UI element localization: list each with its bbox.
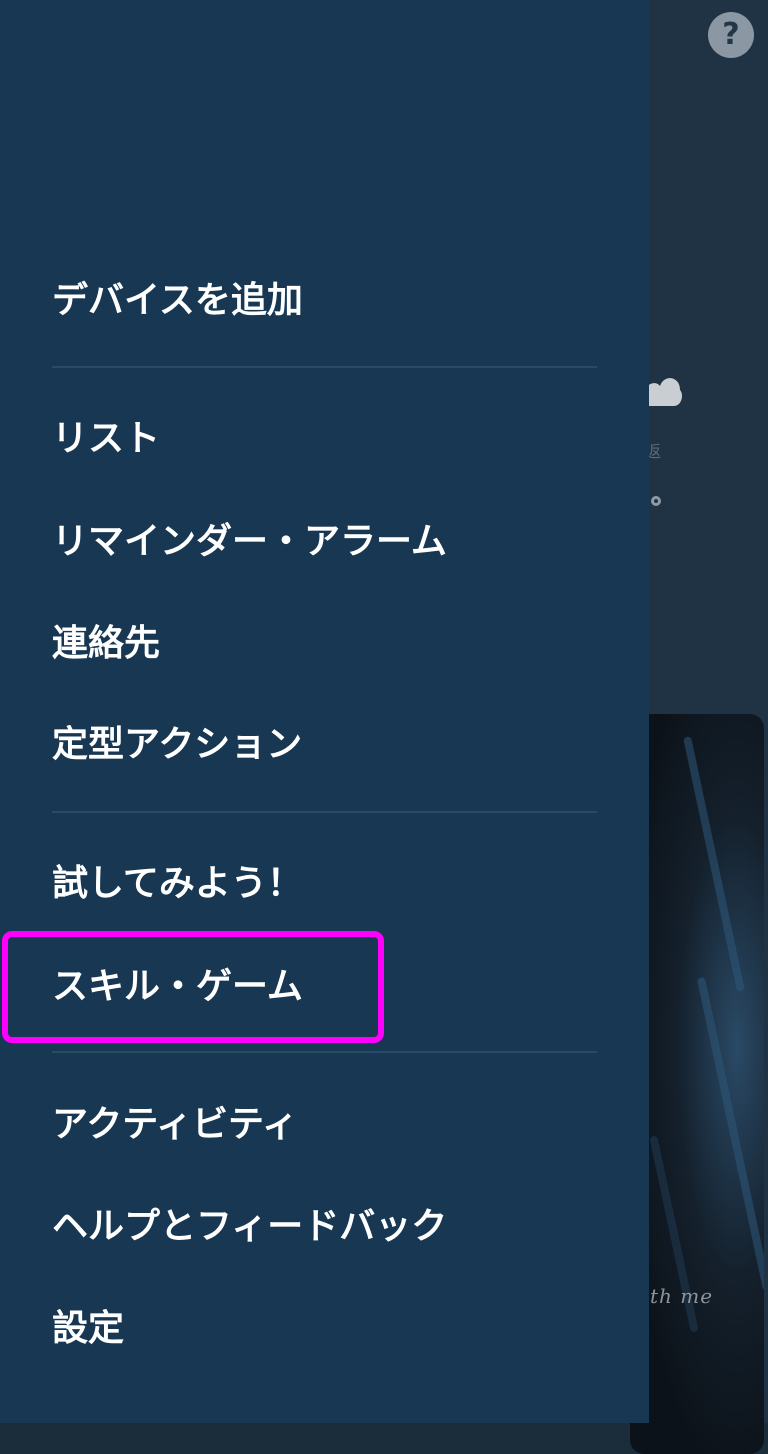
status-dot	[651, 496, 661, 506]
menu-item-routines[interactable]: 定型アクション	[0, 691, 649, 791]
menu-item-lists[interactable]: リスト	[0, 385, 649, 485]
menu-item-label: ヘルプとフィードバック	[52, 1206, 448, 1247]
menu-item-label: デバイスを追加	[52, 280, 303, 321]
menu-item-reminders-alarms[interactable]: リマインダー・アラーム	[0, 488, 649, 588]
menu-item-label: 設定	[52, 1308, 125, 1349]
menu-item-help-feedback[interactable]: ヘルプとフィードバック	[0, 1173, 649, 1273]
menu-divider	[52, 366, 597, 368]
menu-item-settings[interactable]: 設定	[0, 1275, 649, 1375]
menu-item-contacts[interactable]: 連絡先	[0, 590, 649, 690]
menu-item-try-it[interactable]: 試してみよう！	[0, 830, 649, 930]
menu-item-label: リマインダー・アラーム	[52, 521, 447, 562]
menu-item-label: 試してみよう！	[52, 863, 303, 904]
menu-item-label: 定型アクション	[52, 724, 303, 765]
media-caption: th me	[650, 1284, 714, 1308]
help-button[interactable]: ?	[708, 12, 754, 58]
media-card[interactable]	[630, 714, 764, 1454]
menu-item-label: スキル・ゲーム	[52, 966, 303, 1007]
menu-divider	[52, 1051, 597, 1053]
menu-item-activity[interactable]: アクティビティ	[0, 1071, 649, 1171]
menu-item-skills-games[interactable]: スキル・ゲーム	[0, 933, 649, 1033]
menu-item-label: 連絡先	[52, 623, 161, 664]
menu-item-add-device[interactable]: デバイスを追加	[0, 247, 649, 347]
menu-divider	[52, 811, 597, 813]
navigation-drawer: デバイスを追加 リスト リマインダー・アラーム 連絡先 定型アクション 試してみ…	[0, 0, 649, 1423]
menu-item-label: リスト	[52, 418, 161, 459]
menu-item-label: アクティビティ	[52, 1104, 298, 1145]
